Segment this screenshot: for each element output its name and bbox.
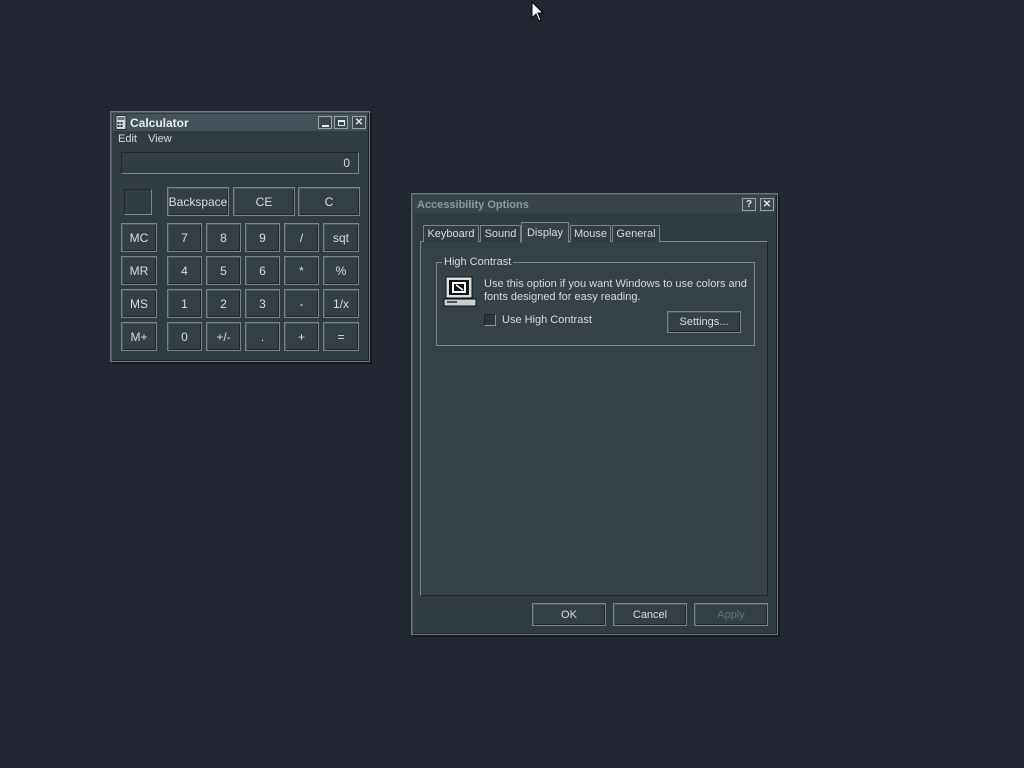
key-sign[interactable]: +/-: [206, 322, 241, 351]
mc-button[interactable]: MC: [121, 223, 157, 252]
key-equals[interactable]: =: [323, 322, 359, 351]
mouse-cursor-icon: [531, 1, 545, 22]
maximize-icon: [337, 119, 345, 126]
key-7[interactable]: 7: [167, 223, 202, 252]
key-6[interactable]: 6: [245, 256, 280, 285]
high-contrast-description: Use this option if you want Windows to u…: [484, 278, 749, 304]
key-3[interactable]: 3: [245, 289, 280, 318]
key-2[interactable]: 2: [206, 289, 241, 318]
use-high-contrast-checkbox[interactable]: Use High Contrast: [484, 314, 592, 326]
key-5[interactable]: 5: [206, 256, 241, 285]
key-decimal[interactable]: .: [245, 322, 280, 351]
key-8[interactable]: 8: [206, 223, 241, 252]
key-sqrt[interactable]: sqt: [323, 223, 359, 252]
minimize-icon: [321, 124, 329, 127]
high-contrast-monitor-icon: [443, 276, 477, 307]
calculator-titlebar[interactable]: Calculator ✕: [113, 114, 367, 131]
display-value: 0: [343, 156, 350, 170]
apply-button[interactable]: Apply: [694, 603, 768, 626]
key-divide[interactable]: /: [284, 223, 319, 252]
tab-display[interactable]: Display: [521, 222, 569, 243]
calculator-title: Calculator: [130, 115, 189, 130]
key-reciprocal[interactable]: 1/x: [323, 289, 359, 318]
checkbox-box[interactable]: [484, 314, 496, 326]
key-percent[interactable]: %: [323, 256, 359, 285]
close-icon: ✕: [762, 198, 772, 210]
key-1[interactable]: 1: [167, 289, 202, 318]
memory-indicator: [124, 189, 152, 215]
key-0[interactable]: 0: [167, 322, 202, 351]
close-button[interactable]: ✕: [352, 116, 366, 129]
minimize-button[interactable]: [318, 116, 332, 129]
ok-button[interactable]: OK: [532, 603, 606, 626]
high-contrast-group: [436, 262, 755, 346]
cancel-button[interactable]: Cancel: [613, 603, 687, 626]
key-add[interactable]: +: [284, 322, 319, 351]
key-multiply[interactable]: *: [284, 256, 319, 285]
checkbox-label: Use High Contrast: [502, 314, 592, 326]
m-plus-button[interactable]: M+: [121, 322, 157, 351]
menu-view[interactable]: View: [148, 133, 172, 145]
ms-button[interactable]: MS: [121, 289, 157, 318]
dialog-close-button[interactable]: ✕: [760, 198, 774, 211]
maximize-button[interactable]: [334, 116, 348, 129]
mr-button[interactable]: MR: [121, 256, 157, 285]
calculator-app-icon: [115, 115, 127, 130]
tab-general[interactable]: General: [612, 225, 660, 242]
high-contrast-legend: High Contrast: [442, 256, 514, 268]
close-icon: ✕: [354, 116, 364, 128]
description-line-1: Use this option if you want Windows to u…: [484, 278, 747, 290]
key-9[interactable]: 9: [245, 223, 280, 252]
accessibility-title: Accessibility Options: [417, 198, 529, 211]
help-button[interactable]: ?: [742, 198, 756, 211]
menu-edit[interactable]: Edit: [118, 133, 137, 145]
calculator-display: 0: [121, 152, 359, 174]
accessibility-titlebar[interactable]: Accessibility Options ? ✕: [414, 196, 775, 213]
help-icon: ?: [745, 198, 753, 210]
tab-mouse[interactable]: Mouse: [570, 225, 611, 242]
tab-keyboard[interactable]: Keyboard: [423, 225, 479, 242]
c-button[interactable]: C: [298, 187, 360, 216]
key-subtract[interactable]: -: [284, 289, 319, 318]
description-line-2: fonts designed for easy reading.: [484, 291, 641, 303]
tab-sound[interactable]: Sound: [480, 225, 521, 242]
ce-button[interactable]: CE: [233, 187, 295, 216]
backspace-button[interactable]: Backspace: [167, 187, 229, 216]
settings-button[interactable]: Settings...: [667, 311, 741, 333]
key-4[interactable]: 4: [167, 256, 202, 285]
